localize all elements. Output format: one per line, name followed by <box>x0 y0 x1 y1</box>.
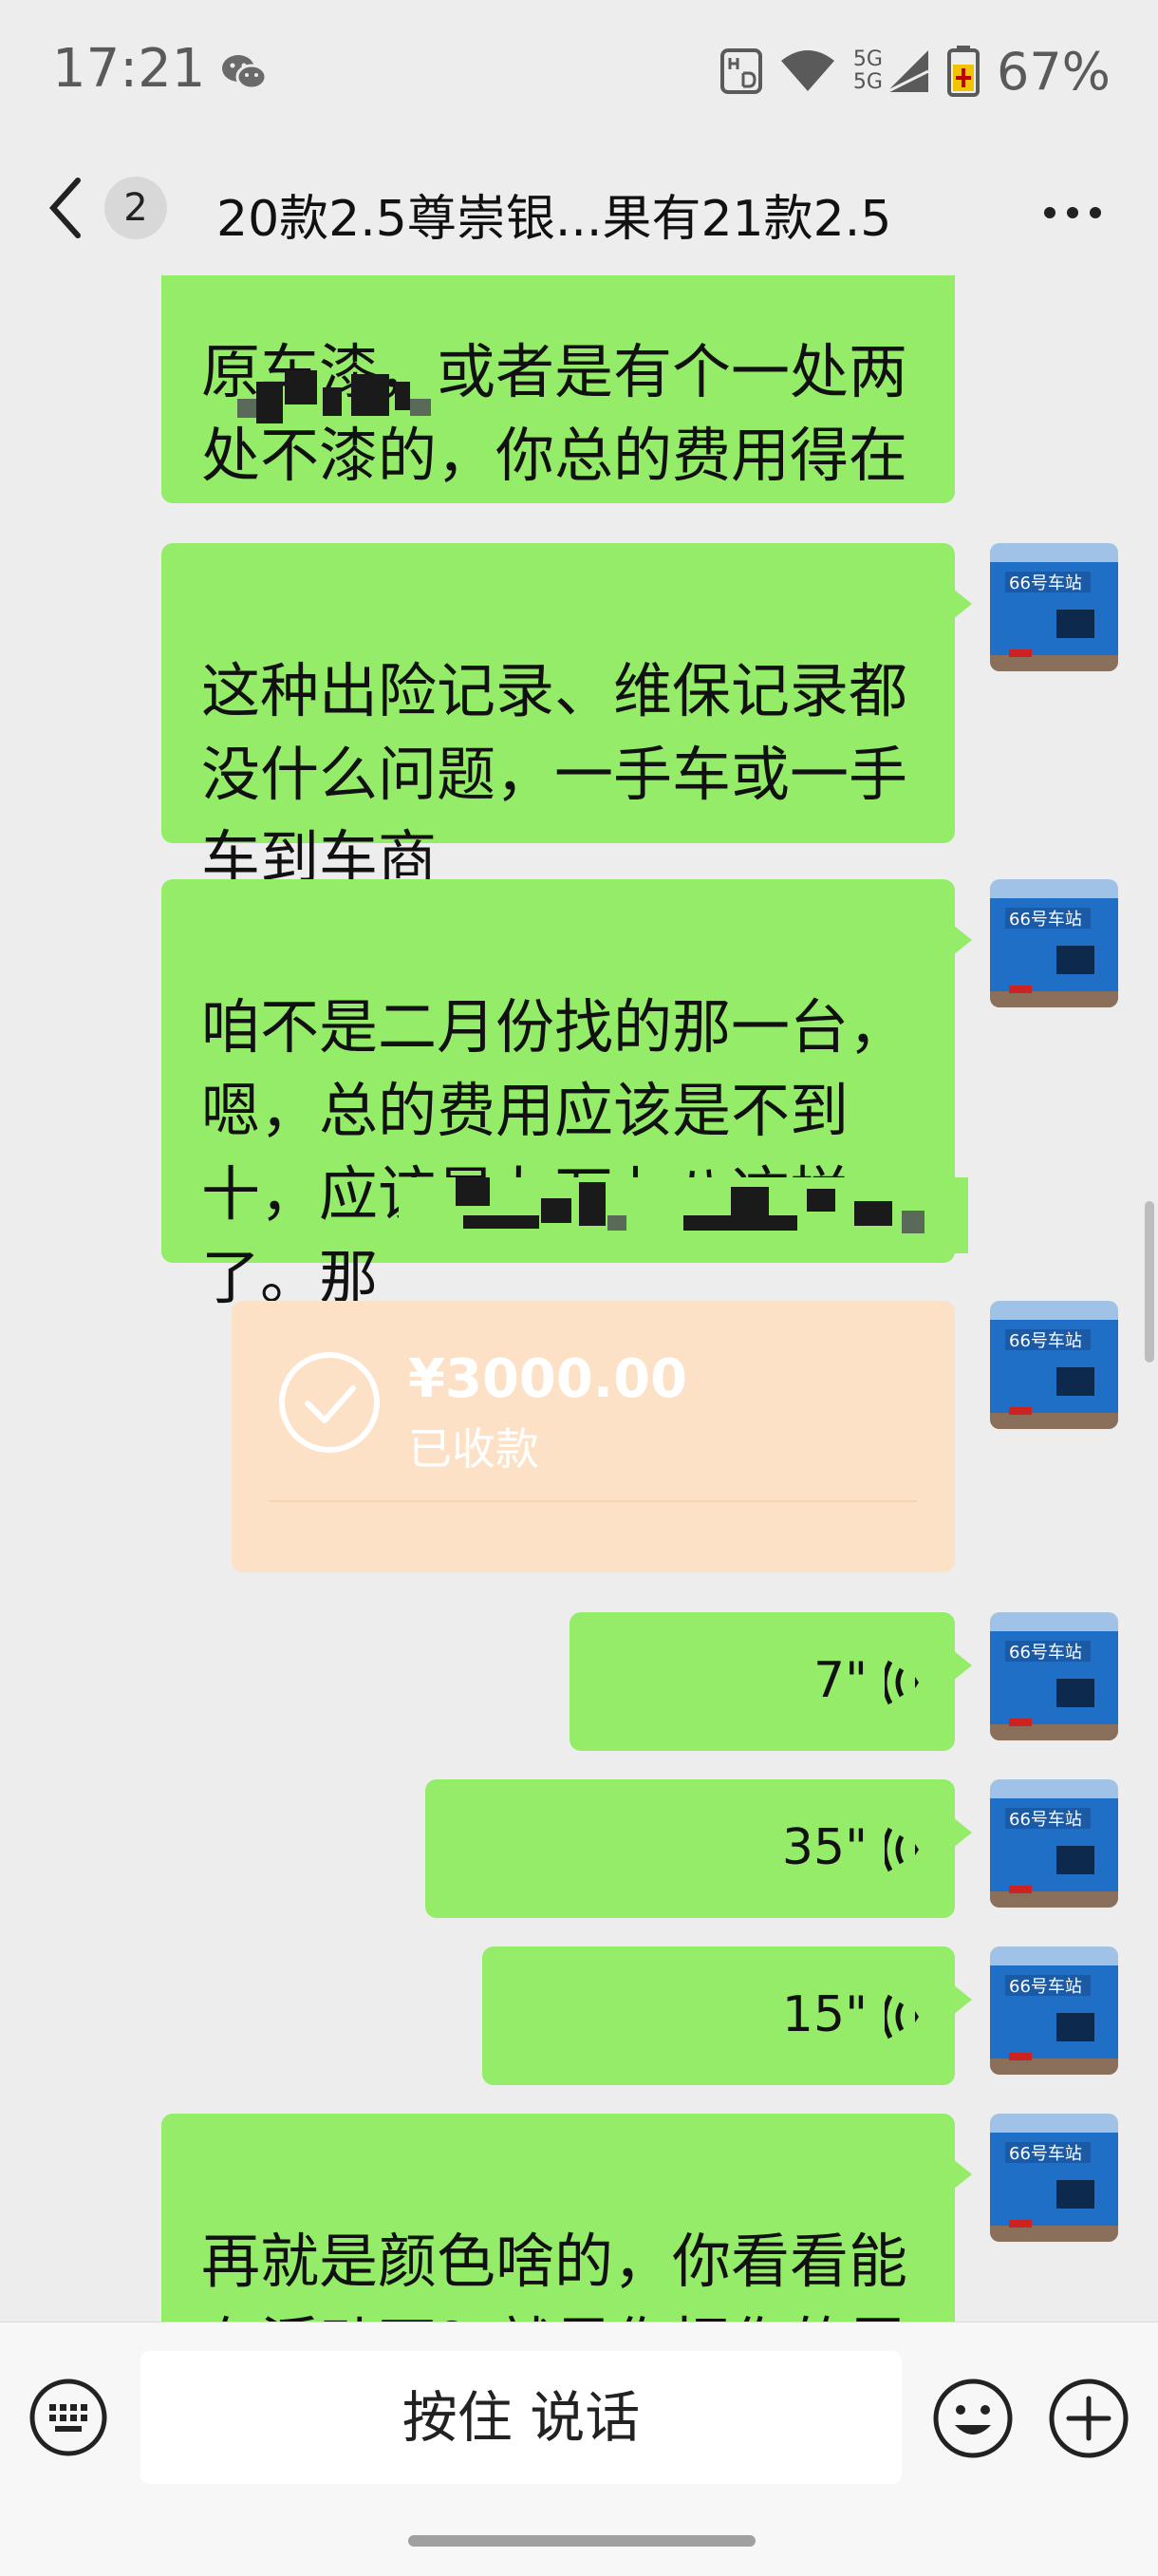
transfer-amount: ¥3000.00 <box>408 1348 688 1410</box>
voice-duration: 15" <box>781 1986 868 2043</box>
check-circle-icon <box>279 1352 380 1453</box>
voice-message[interactable]: 7" <box>570 1612 972 1751</box>
wechat-icon <box>222 55 268 90</box>
avatar[interactable]: 66号车站 <box>990 879 1118 1007</box>
status-time: 17:21 <box>52 38 206 100</box>
message-text: 再就是颜色啥的，你看看能 有浮动不？就是你把你的需 <box>201 2227 908 2322</box>
hold-to-talk-button[interactable]: 按住 说话 <box>140 2351 902 2484</box>
voice-wave-icon <box>885 1660 919 1705</box>
svg-text:66号车站: 66号车站 <box>1009 1331 1082 1351</box>
scrollbar[interactable] <box>1145 1201 1154 1363</box>
keyboard-icon[interactable] <box>28 2378 108 2457</box>
avatar[interactable]: 66号车站 <box>990 2114 1118 2242</box>
svg-text:66号车站: 66号车站 <box>1009 1977 1082 1997</box>
avatar[interactable]: 66号车站 <box>990 1301 1118 1429</box>
voice-wave-icon <box>885 1994 919 2040</box>
unread-badge[interactable]: 2 <box>104 177 167 239</box>
message-bubble[interactable]: 再就是颜色啥的，你看看能 有浮动不？就是你把你的需 <box>161 2114 972 2322</box>
svg-text:66号车站: 66号车站 <box>1009 1810 1082 1830</box>
message-text: 咱不是二月份找的那一台， 嗯，总的费用应该是不到 十，应该是九万七八这样 了。那 <box>201 992 908 1312</box>
avatar[interactable]: 66号车站 <box>990 1946 1118 2075</box>
more-icon[interactable] <box>1044 207 1101 218</box>
hd-icon <box>719 48 762 94</box>
signal-icon <box>886 50 929 94</box>
battery-percent: 67% <box>996 41 1111 102</box>
voice-message[interactable]: 15" <box>482 1946 972 2085</box>
battery-icon <box>946 46 980 97</box>
voice-message[interactable]: 35" <box>425 1779 972 1918</box>
status-bar: 17:21 5G 5G 67% <box>0 0 1158 142</box>
transfer-card[interactable]: ¥3000.00 已收款 <box>232 1301 955 1572</box>
svg-text:66号车站: 66号车站 <box>1009 1643 1082 1663</box>
plus-icon[interactable] <box>1048 2378 1130 2459</box>
divider <box>270 1500 917 1502</box>
voice-duration: 35" <box>781 1819 868 1876</box>
transfer-status: 已收款 <box>408 1423 539 1475</box>
message-text: 这种出险记录、维保记录都 没什么问题，一手车或一手 车到车商 <box>201 656 908 893</box>
home-indicator[interactable] <box>408 2535 756 2547</box>
svg-text:66号车站: 66号车站 <box>1009 2144 1082 2164</box>
voice-duration: 7" <box>812 1652 868 1709</box>
message-list[interactable]: 原车漆，或者是有个一处两 处不漆的，你总的费用得在 这种出险记录、维保记录都 没… <box>0 275 1158 2322</box>
avatar[interactable]: 66号车站 <box>990 1779 1118 1908</box>
wifi-icon <box>780 50 834 91</box>
message-bubble[interactable]: 这种出险记录、维保记录都 没什么问题，一手车或一手 车到车商 <box>161 543 972 893</box>
back-arrow-icon[interactable] <box>46 175 84 241</box>
message-text: 原车漆，或者是有个一处两 处不漆的，你总的费用得在 <box>201 337 908 490</box>
chat-title-bar: 2 20款2.5尊崇银...果有21款2.5 <box>0 142 1158 275</box>
svg-text:66号车站: 66号车站 <box>1009 573 1082 593</box>
emoji-icon[interactable] <box>932 2378 1014 2459</box>
svg-text:66号车站: 66号车站 <box>1009 910 1082 930</box>
avatar[interactable]: 66号车站 <box>990 1612 1118 1740</box>
network-type: 5G 5G <box>852 47 883 94</box>
avatar[interactable]: 66号车站 <box>990 543 1118 671</box>
chat-title: 20款2.5尊崇银...果有21款2.5 <box>216 191 892 248</box>
voice-wave-icon <box>885 1827 919 1872</box>
